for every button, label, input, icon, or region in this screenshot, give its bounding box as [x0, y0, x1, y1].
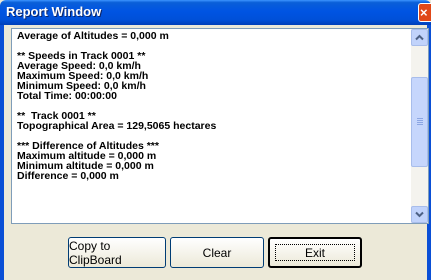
report-line: Average of Altitudes = 0,000 m — [17, 30, 169, 42]
copy-to-clipboard-button[interactable]: Copy to ClipBoard — [68, 237, 166, 268]
report-line: Topographical Area = 129,5065 hectares — [17, 120, 217, 132]
focus-rectangle — [275, 244, 355, 261]
window-title: Report Window — [6, 4, 102, 19]
copy-button-label: Copy to ClipBoard — [69, 238, 122, 267]
report-line: Difference = 0,000 m — [17, 170, 119, 182]
scroll-up-button[interactable] — [411, 29, 428, 46]
close-button[interactable]: × — [418, 3, 431, 22]
report-window: Report Window × Average of Altitudes = 0… — [0, 0, 431, 280]
title-bar[interactable]: Report Window × — [0, 0, 431, 25]
scroll-thumb[interactable] — [411, 77, 428, 167]
thumb-grip — [417, 118, 423, 119]
clear-button-label: Clear — [202, 245, 232, 260]
report-textarea[interactable]: Average of Altitudes = 0,000 m ** Speeds… — [11, 28, 429, 224]
thumb-grip — [417, 124, 423, 125]
thumb-grip — [417, 120, 423, 121]
vertical-scrollbar[interactable] — [411, 29, 428, 223]
report-lines: Average of Altitudes = 0,000 m ** Speeds… — [17, 30, 405, 182]
exit-button[interactable]: Exit — [268, 237, 362, 268]
chevron-down-icon — [415, 211, 424, 218]
scroll-down-button[interactable] — [411, 206, 428, 223]
report-line: Total Time: 00:00:00 — [17, 90, 117, 102]
thumb-grip — [417, 122, 423, 123]
window-frame-left — [0, 25, 4, 280]
clear-button[interactable]: Clear — [170, 237, 264, 268]
close-icon: × — [420, 5, 428, 20]
chevron-up-icon — [415, 34, 424, 41]
